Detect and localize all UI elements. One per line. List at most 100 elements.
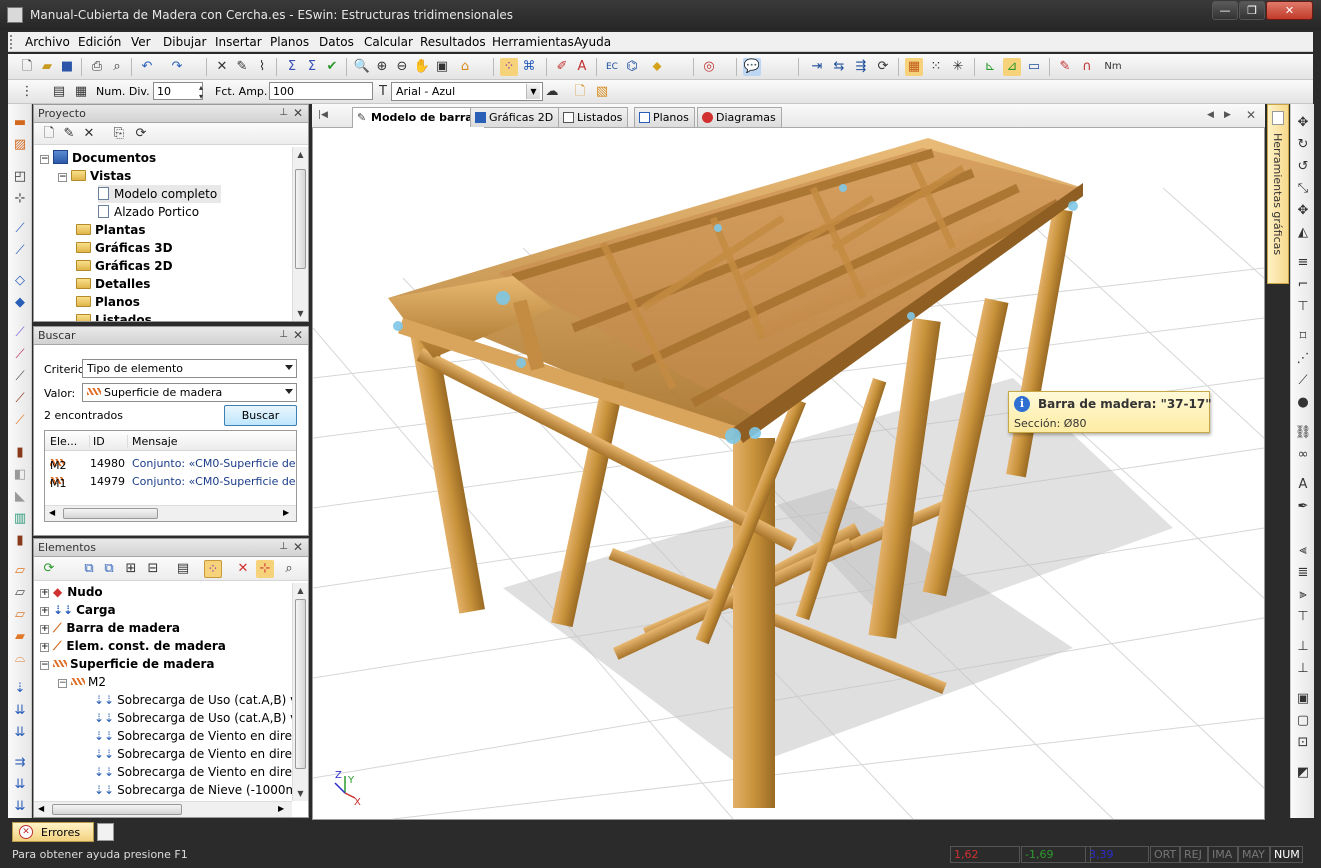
layers-icon[interactable]: ▤ — [174, 560, 192, 578]
status-may[interactable]: MAY — [1238, 846, 1270, 863]
num-div-spin-icon[interactable]: ▴ ▾ — [197, 83, 205, 101]
tab-first-icon[interactable]: |◀ — [318, 110, 328, 120]
grid-icon[interactable]: ▦ — [905, 58, 923, 76]
tree-alzado-portico[interactable]: Alzado Portico — [98, 203, 199, 221]
align-center-icon[interactable]: ≣ — [1294, 564, 1312, 582]
menu-edicion[interactable]: Edición — [78, 35, 121, 49]
zoom-window-icon[interactable]: ▣ — [433, 58, 451, 76]
elementos-scrollbar[interactable]: ▲ ▼ — [292, 583, 308, 801]
axes-active-icon[interactable]: ⊿ — [1003, 58, 1021, 76]
chain-icon[interactable]: ⛓ — [1294, 424, 1312, 442]
close-tab-icon[interactable]: ✕ — [1246, 108, 1256, 122]
col-id[interactable]: ID — [89, 435, 105, 448]
new-file-icon[interactable]: 🗋 — [18, 58, 36, 76]
tab-graficas-2d[interactable]: Gráficas 2D — [470, 107, 560, 127]
minimize-button[interactable]: — — [1212, 1, 1238, 20]
close-panel-icon[interactable]: ✕ — [293, 106, 303, 120]
ungroup-icon[interactable]: ▢ — [1294, 712, 1312, 730]
status-ima[interactable]: IMA — [1208, 846, 1238, 863]
tree-load-item[interactable]: ⇣⇣Sobrecarga de Viento en dirección — [94, 763, 292, 781]
note-icon[interactable]: ✎ — [1056, 58, 1074, 76]
tree-graficas-3d[interactable]: Gráficas 3D — [76, 239, 173, 257]
mirror-icon[interactable]: ◭ — [1294, 224, 1312, 242]
tree-m2[interactable]: − M2 — [58, 673, 106, 691]
cloud-icon[interactable]: ☁ — [543, 83, 561, 101]
support-tool-icon[interactable]: ⟋ — [11, 220, 29, 238]
ec-icon[interactable]: EC — [603, 58, 621, 76]
scroll-up-icon[interactable]: ▲ — [293, 583, 308, 598]
load-surface-icon[interactable]: ⇊ — [11, 724, 29, 742]
edit-icon[interactable]: ✎ — [233, 58, 251, 76]
tree-vistas[interactable]: − Vistas — [58, 167, 131, 185]
move-points-icon[interactable]: ✥ — [1294, 202, 1312, 220]
scroll-left-icon[interactable]: ◀ — [49, 508, 55, 517]
frame-icon[interactable]: ⊡ — [1294, 734, 1312, 752]
text-icon[interactable]: A — [573, 58, 591, 76]
bar-wood-icon[interactable]: ⟋ — [11, 390, 29, 408]
tree-load-item[interactable]: ⇣⇣Sobrecarga de Viento en dirección — [94, 745, 292, 763]
scale-icon[interactable]: ⤡ — [1294, 180, 1312, 198]
tree-nudo[interactable]: + ◆ Nudo — [40, 583, 103, 601]
rotate-icon[interactable]: ↻ — [1294, 136, 1312, 154]
delete-icon[interactable]: ✕ — [80, 125, 98, 143]
rotate-3d-icon[interactable]: ↺ — [1294, 158, 1312, 176]
tab-diagramas[interactable]: Diagramas — [697, 107, 782, 127]
collapse-icon[interactable]: − — [40, 155, 49, 164]
scroll-right-icon[interactable]: ▶ — [283, 508, 289, 517]
align-top-icon[interactable]: ⊤ — [1294, 608, 1312, 626]
collapse-icon[interactable]: − — [58, 173, 67, 182]
scroll-thumb[interactable] — [63, 508, 158, 519]
tree-detalles[interactable]: Detalles — [76, 275, 150, 293]
sum-selection-icon[interactable]: Σ — [303, 58, 321, 76]
export-icon[interactable]: ⎘ — [110, 125, 128, 143]
menu-resultados[interactable]: Resultados — [420, 35, 486, 49]
tree-load-item[interactable]: ⇣⇣Sobrecarga de Viento en dirección — [94, 727, 292, 745]
menu-datos[interactable]: Datos — [319, 35, 354, 49]
col-ele[interactable]: Ele... — [50, 435, 77, 448]
support2-tool-icon[interactable]: ⟋ — [11, 242, 29, 260]
pen-icon[interactable]: ✒ — [1294, 498, 1312, 516]
divide-icon[interactable]: ⋰ — [1294, 350, 1312, 368]
menu-calcular[interactable]: Calcular — [364, 35, 413, 49]
edit-doc-icon[interactable]: ✎ — [60, 125, 78, 143]
surface3-icon[interactable]: ▱ — [11, 606, 29, 624]
paste-icon[interactable]: ⧉ — [100, 560, 118, 578]
scroll-thumb[interactable] — [295, 599, 306, 769]
3d-model-canvas[interactable]: Z Y X — [313, 128, 1264, 819]
offset-icon[interactable]: ≡ — [1294, 254, 1312, 272]
tree-barra-madera[interactable]: + ⟋ Barra de madera — [40, 619, 180, 637]
beam-icon[interactable]: ▬ — [11, 114, 29, 132]
copy-icon[interactable]: ⧉ — [80, 560, 98, 578]
add-group-icon[interactable]: ⊞ — [122, 560, 140, 578]
tab-next-icon[interactable]: ▶ — [1224, 110, 1231, 120]
diagram-icon[interactable]: ⌬ — [623, 58, 641, 76]
target-icon[interactable]: ◎ — [700, 58, 718, 76]
bar-steel-icon[interactable]: ⟋ — [11, 324, 29, 342]
search-icon[interactable]: ⌕ — [280, 560, 298, 578]
expand-icon[interactable]: + — [40, 625, 49, 634]
menu-archivo[interactable]: Archivo — [25, 35, 70, 49]
bar-generic-icon[interactable]: ⟋ — [11, 368, 29, 386]
scroll-up-icon[interactable]: ▲ — [293, 147, 308, 162]
column-icon[interactable]: ▮ — [11, 444, 29, 462]
post-icon[interactable]: ▮ — [11, 532, 29, 550]
tree-plantas[interactable]: Plantas — [76, 221, 146, 239]
tree-load-item[interactable]: ⇣⇣Sobrecarga de Uso (cat.A,B) vano — [94, 691, 292, 709]
tree-superficie-madera[interactable]: − Superficie de madera — [40, 655, 215, 673]
proyecto-scrollbar[interactable]: ▲ ▼ — [292, 147, 308, 321]
result-row[interactable]: M1 14979 Conjunto: «CM0-Superficie de ma… — [45, 473, 296, 490]
app-icon[interactable] — [7, 7, 23, 23]
target-select-icon[interactable]: ⊹ — [256, 560, 274, 578]
result-row[interactable]: M2 14980 Conjunto: «CM0-Superficie de ma… — [45, 455, 296, 472]
surface2-icon[interactable]: ▱ — [11, 584, 29, 602]
break-icon[interactable]: ⌑ — [1294, 328, 1312, 346]
tab-planos[interactable]: Planos — [634, 107, 695, 127]
extend-icon[interactable]: ⌐ — [1294, 276, 1312, 294]
delete-icon[interactable]: ✕ — [213, 58, 231, 76]
magnet-icon[interactable]: ∩ — [1078, 58, 1096, 76]
scroll-left-icon[interactable]: ◀ — [38, 804, 44, 813]
surface5-icon[interactable]: ⌓ — [11, 650, 29, 668]
scroll-down-icon[interactable]: ▼ — [293, 306, 308, 321]
split-icon[interactable]: ⇆ — [830, 58, 848, 76]
close-button[interactable]: ✕ — [1266, 1, 1313, 20]
